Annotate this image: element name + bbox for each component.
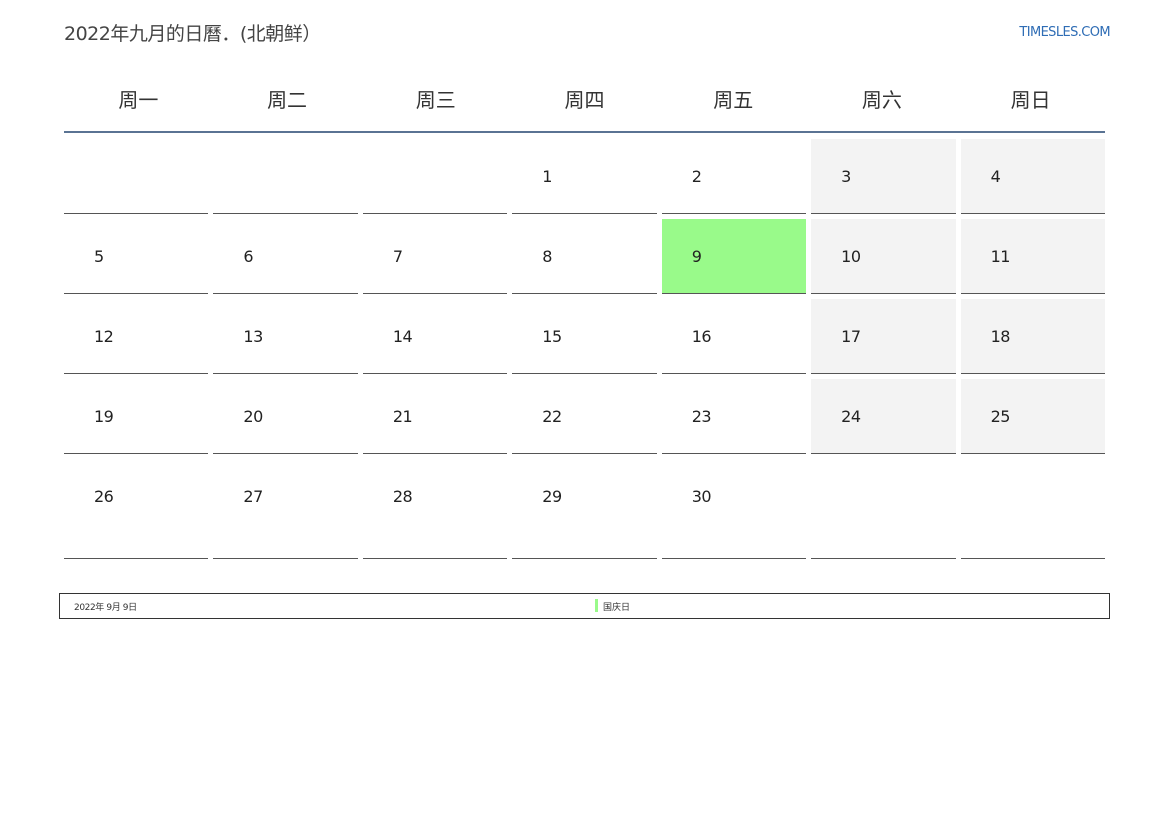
day-cell: 30 [661, 459, 807, 559]
day-cell: 23 [661, 379, 807, 454]
day-cell-weekend: 4 [960, 139, 1105, 214]
holiday-color-marker [595, 599, 598, 612]
day-cell: 27 [213, 459, 358, 559]
calendar-grid: 1 2 3 4 5 6 7 8 9 10 11 12 13 14 15 16 1… [64, 139, 1105, 559]
day-cell: 13 [213, 299, 358, 374]
day-number: 18 [990, 327, 1011, 346]
day-number: 29 [542, 487, 562, 506]
day-cell: 1 [512, 139, 657, 214]
day-number: 13 [243, 327, 263, 346]
weekday-wed: 周三 [415, 88, 456, 112]
day-number: 19 [94, 407, 114, 426]
day-cell-weekend: 24 [811, 379, 956, 454]
weekday-tue: 周二 [267, 88, 308, 112]
day-cell: 26 [64, 459, 209, 559]
day-cell-weekend: 10 [811, 219, 956, 294]
day-cell-empty [64, 139, 209, 214]
day-cell-weekend: 11 [960, 219, 1105, 294]
day-number: 5 [94, 247, 104, 266]
day-cell: 15 [512, 299, 657, 374]
day-number: 28 [392, 487, 413, 506]
day-number: 6 [243, 247, 254, 266]
day-cell-weekend: 18 [960, 299, 1105, 374]
day-number: 17 [841, 327, 861, 346]
day-cell-holiday: 9 [661, 219, 807, 294]
day-number: 12 [94, 327, 114, 346]
page-title: 2022年九月的日曆．(北朝鲜） [64, 23, 321, 45]
day-cell: 5 [64, 219, 209, 294]
day-number: 16 [691, 327, 712, 346]
holiday-date: 2022年 9月 9日 [74, 603, 137, 613]
day-cell: 14 [362, 299, 508, 374]
day-cell: 28 [362, 459, 508, 559]
day-number: 11 [990, 247, 1011, 266]
holiday-legend: 2022年 9月 9日 国庆日 [59, 593, 1110, 619]
day-cell-empty [811, 459, 956, 559]
day-cell: 8 [512, 219, 657, 294]
weekday-thu: 周四 [564, 88, 605, 112]
day-number: 2 [691, 167, 702, 186]
day-cell-empty [960, 459, 1105, 559]
day-number: 9 [691, 247, 702, 266]
day-number: 3 [841, 167, 851, 186]
day-number: 23 [691, 407, 712, 426]
day-number: 10 [841, 247, 861, 266]
site-link[interactable]: TIMESLES.COM [1019, 25, 1110, 40]
day-cell: 29 [512, 459, 657, 559]
holiday-name: 国庆日 [603, 603, 631, 613]
weekday-sat: 周六 [861, 88, 902, 112]
day-cell: 22 [512, 379, 657, 454]
day-number: 30 [691, 487, 712, 506]
weekday-fri: 周五 [713, 88, 754, 112]
day-number: 20 [243, 407, 263, 426]
day-number: 26 [94, 487, 114, 506]
day-cell-weekend: 25 [960, 379, 1105, 454]
day-number: 25 [990, 407, 1011, 426]
day-number: 7 [392, 247, 403, 266]
day-cell-empty [213, 139, 358, 214]
day-cell: 12 [64, 299, 209, 374]
day-cell: 6 [213, 219, 358, 294]
day-number: 1 [542, 167, 552, 186]
day-cell-empty [362, 139, 508, 214]
day-cell-weekend: 3 [811, 139, 956, 214]
day-cell: 16 [661, 299, 807, 374]
day-cell: 21 [362, 379, 508, 454]
day-number: 4 [990, 167, 1001, 186]
day-cell: 2 [661, 139, 807, 214]
day-number: 22 [542, 407, 562, 426]
weekday-header: 周一 周二 周三 周四 周五 周六 周日 [64, 80, 1105, 133]
day-cell: 20 [213, 379, 358, 454]
weekday-sun: 周日 [1010, 88, 1051, 112]
day-number: 8 [542, 247, 552, 266]
day-cell: 7 [362, 219, 508, 294]
day-cell: 19 [64, 379, 209, 454]
weekday-mon: 周一 [118, 88, 159, 112]
day-number: 27 [243, 487, 263, 506]
day-number: 21 [392, 407, 413, 426]
day-number: 15 [542, 327, 562, 346]
day-number: 14 [392, 327, 413, 346]
day-number: 24 [841, 407, 861, 426]
day-cell-weekend: 17 [811, 299, 956, 374]
